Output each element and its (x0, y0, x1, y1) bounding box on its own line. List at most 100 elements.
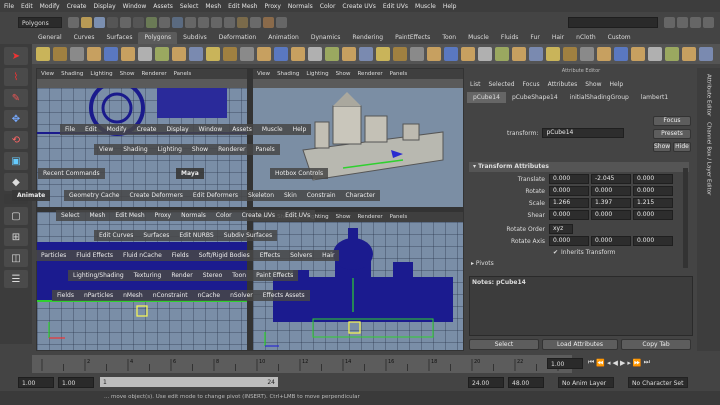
shelf-tab-subdivs[interactable]: Subdivs (177, 32, 213, 44)
viewport-menu-lighting[interactable]: Lighting (90, 71, 112, 77)
mask-icon[interactable] (172, 16, 183, 28)
attr-tab-pcubeshape14[interactable]: pCubeShape14 (506, 92, 564, 103)
ipr-render-icon[interactable] (263, 16, 274, 28)
menu-edit[interactable]: Edit (21, 3, 33, 10)
shelf-tab-toon[interactable]: Toon (436, 32, 462, 44)
range-slider[interactable]: 1 24 (100, 377, 278, 387)
presets-button[interactable]: Presets (653, 129, 691, 139)
shelf-tool-icon[interactable] (206, 47, 220, 61)
current-frame-field[interactable]: 1.00 (547, 358, 583, 369)
menu-create-uvs[interactable]: Create UVs (342, 3, 375, 10)
hotbox-item-proxy[interactable]: Proxy (149, 210, 177, 221)
hotbox-item-edit-deformers[interactable]: Edit Deformers (187, 190, 244, 201)
viewport-menu-view[interactable]: View (257, 71, 270, 77)
shelf-tab-painteffects[interactable]: PaintEffects (389, 32, 436, 44)
attr-rotate-x[interactable]: 0.000 (549, 186, 589, 196)
start-time-field[interactable]: 1.00 (18, 376, 54, 388)
attr-menu-show[interactable]: Show (585, 81, 601, 88)
hotbox-item-fields[interactable]: Fields (52, 290, 79, 301)
hotbox-item-soft-rigid-bodies[interactable]: Soft/Rigid Bodies (193, 250, 255, 261)
hotbox-item-stereo[interactable]: Stereo (197, 270, 228, 281)
viewport-menu-renderer[interactable]: Renderer (357, 214, 382, 220)
attr-rotate-z[interactable]: 0.000 (633, 186, 673, 196)
attr-menu-help[interactable]: Help (609, 81, 623, 88)
hotbox-item-geometry-cache[interactable]: Geometry Cache (64, 190, 125, 201)
shelf-tool-icon[interactable] (138, 47, 152, 61)
hotbox-item-panels[interactable]: Panels (250, 144, 280, 155)
select-component-icon[interactable] (133, 16, 144, 28)
shelf-tool-icon[interactable] (257, 47, 271, 61)
shelf-tab-animation[interactable]: Animation (262, 32, 305, 44)
attr-menu-focus[interactable]: Focus (523, 81, 540, 88)
shelf-tool-icon[interactable] (53, 47, 67, 61)
shelf-tab-general[interactable]: General (32, 32, 68, 44)
hotbox-item-solvers[interactable]: Solvers (285, 250, 318, 261)
shelf-tab-curves[interactable]: Curves (68, 32, 101, 44)
shelf-tool-icon[interactable] (699, 47, 713, 61)
shelf-tool-icon[interactable] (563, 47, 577, 61)
modeling-toolkit-icon[interactable] (664, 16, 675, 28)
hotbox-item-nsolver[interactable]: nSolver (225, 290, 258, 301)
shelf-tab-ncloth[interactable]: nCloth (570, 32, 602, 44)
shelf-tool-icon[interactable] (376, 47, 390, 61)
hide-button[interactable]: Hide (673, 142, 691, 152)
viewport-menu-shading[interactable]: Shading (277, 71, 299, 77)
hotbox-item-nmesh[interactable]: nMesh (118, 290, 148, 301)
rotate-axis-y[interactable]: 0.000 (591, 236, 631, 246)
side-by-side-layout-icon[interactable]: ◫ (4, 249, 28, 267)
hotbox-item-texturing[interactable]: Texturing (128, 270, 167, 281)
viewport-menu-renderer[interactable]: Renderer (357, 71, 382, 77)
hotbox-item-create-uvs[interactable]: Create UVs (236, 210, 281, 221)
menu-normals[interactable]: Normals (288, 3, 313, 10)
hotbox-item-file[interactable]: File (60, 124, 81, 135)
playback-start-field[interactable]: 1.00 (58, 376, 94, 388)
lasso-tool-icon[interactable]: ⌇ (4, 68, 28, 86)
attr-tab-lambert1[interactable]: lambert1 (635, 92, 674, 103)
notes-panel[interactable]: Notes: pCube14 (469, 276, 693, 336)
shelf-tab-dynamics[interactable]: Dynamics (305, 32, 347, 44)
viewport-menu-renderer[interactable]: Renderer (141, 71, 166, 77)
attr-rotate-y[interactable]: 0.000 (591, 186, 631, 196)
hotbox-item-skeleton[interactable]: Skeleton (243, 190, 279, 201)
hotbox-item-fluid-ncache[interactable]: Fluid nCache (118, 250, 167, 261)
hotbox-item-effects-assets[interactable]: Effects Assets (257, 290, 310, 301)
play-forward-icon[interactable]: ▶ (620, 359, 625, 367)
hotbox-item-edit-curves[interactable]: Edit Curves (94, 230, 139, 241)
menu-help[interactable]: Help (443, 3, 457, 10)
shelf-tool-icon[interactable] (495, 47, 509, 61)
rotate-order-dropdown[interactable]: xyz (549, 224, 573, 234)
shelf-tool-icon[interactable] (291, 47, 305, 61)
snap-grid-icon[interactable] (185, 16, 196, 28)
attr-scale-y[interactable]: 1.397 (591, 198, 631, 208)
select-button[interactable]: Select (469, 339, 539, 350)
menu-assets[interactable]: Assets (153, 3, 173, 10)
snap-point-icon[interactable] (211, 16, 222, 28)
shelf-tool-icon[interactable] (461, 47, 475, 61)
shelf-tool-icon[interactable] (104, 47, 118, 61)
hotbox-item-toon[interactable]: Toon (227, 270, 252, 281)
shelf-tool-icon[interactable] (70, 47, 84, 61)
hotbox-item-nparticles[interactable]: nParticles (78, 290, 119, 301)
menu-set-dropdown[interactable]: Polygons (18, 16, 62, 28)
hotbox-item-subdiv-surfaces[interactable]: Subdiv Surfaces (218, 230, 278, 241)
hotbox-item-constrain[interactable]: Constrain (301, 190, 341, 201)
menu-proxy[interactable]: Proxy (264, 3, 280, 10)
pivots-section[interactable]: ▸ Pivots (471, 260, 494, 267)
shelf-tool-icon[interactable] (478, 47, 492, 61)
copy-tab-button[interactable]: Copy Tab (621, 339, 691, 350)
playback-end-field[interactable]: 24.00 (468, 376, 504, 388)
hotbox-animate[interactable]: Animate (12, 190, 51, 201)
viewport-menu-shading[interactable]: Shading (61, 71, 83, 77)
attr-menu-list[interactable]: List (470, 81, 481, 88)
hotbox-controls[interactable]: Hotbox Controls (270, 168, 329, 179)
shelf-tool-icon[interactable] (597, 47, 611, 61)
last-tool-icon[interactable]: ◆ (4, 173, 28, 191)
play-backward-icon[interactable]: ◀ (613, 359, 618, 367)
hotbox-item-create-deformers[interactable]: Create Deformers (124, 190, 188, 201)
hotbox-item-muscle[interactable]: Muscle (256, 124, 288, 135)
load-attributes-button[interactable]: Load Attributes (542, 339, 618, 350)
four-pane-layout-icon[interactable]: ⊞ (4, 228, 28, 246)
step-back-key-icon[interactable]: ⏪ (596, 359, 605, 367)
shelf-tool-icon[interactable] (121, 47, 135, 61)
shelf-tab-fluids[interactable]: Fluids (495, 32, 525, 44)
